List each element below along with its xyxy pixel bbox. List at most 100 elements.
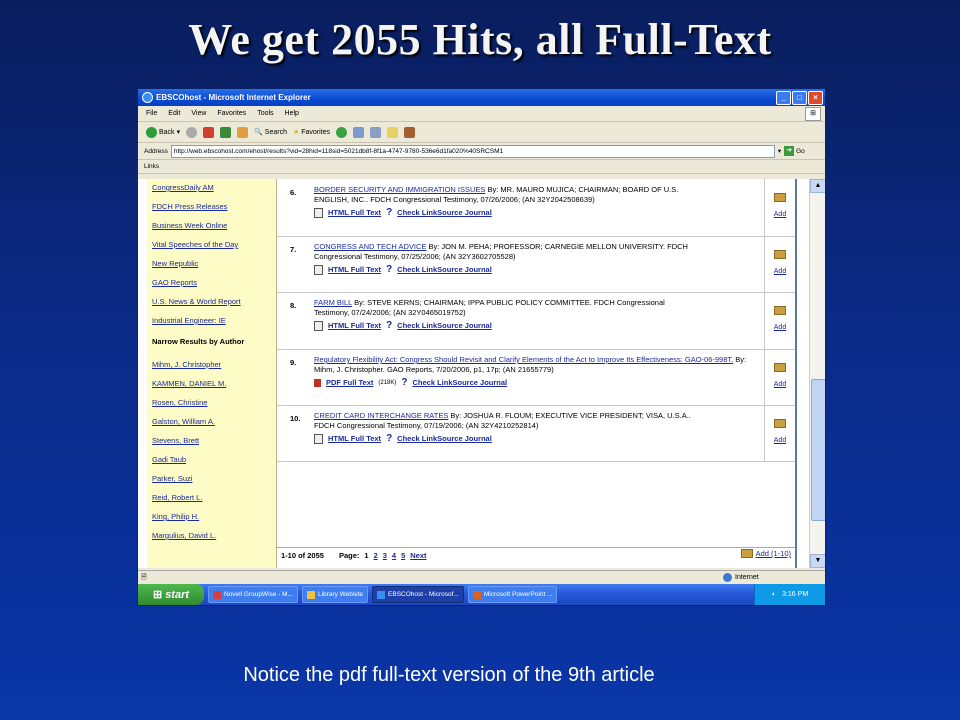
- result-number: 9.: [290, 358, 297, 367]
- page-link[interactable]: 4: [392, 551, 396, 560]
- taskbar: ⊞ start Novell GroupWise - M... Library …: [138, 584, 825, 605]
- stop-icon[interactable]: [203, 126, 215, 138]
- folder-icon: [774, 193, 786, 202]
- windows-logo-icon: ⊞: [805, 107, 821, 121]
- linksource-link[interactable]: Check LinkSource Journal: [397, 265, 492, 275]
- home-icon[interactable]: [237, 126, 249, 138]
- help-question-icon[interactable]: ?: [386, 434, 392, 444]
- add-to-folder-button[interactable]: Add: [764, 236, 795, 292]
- scroll-up-icon[interactable]: ▲: [810, 179, 825, 193]
- linksource-link[interactable]: Check LinkSource Journal: [397, 434, 492, 444]
- taskbar-item-library-website[interactable]: Library Website: [302, 586, 369, 603]
- source-link[interactable]: GAO Reports: [152, 278, 197, 287]
- history-icon[interactable]: [336, 126, 348, 138]
- html-full-text-link[interactable]: HTML Full Text: [328, 434, 381, 444]
- research-icon[interactable]: [404, 126, 416, 138]
- folder-icon: [774, 363, 786, 372]
- author-link[interactable]: Rosen, Christine: [152, 398, 207, 407]
- tray-icon[interactable]: ◐: [772, 591, 776, 598]
- menu-help[interactable]: Help: [285, 110, 299, 117]
- html-full-text-link[interactable]: HTML Full Text: [328, 208, 381, 218]
- author-link[interactable]: Mihm, J. Christopher: [152, 360, 221, 369]
- taskbar-item-groupwise[interactable]: Novell GroupWise - M...: [208, 586, 298, 603]
- author-link[interactable]: Parker, Suzi: [152, 474, 192, 483]
- go-button[interactable]: ➜ Go: [784, 146, 805, 156]
- scroll-down-icon[interactable]: ▼: [810, 554, 825, 568]
- address-dropdown-icon[interactable]: ▾: [778, 147, 781, 155]
- page-link[interactable]: 2: [374, 551, 378, 560]
- source-link[interactable]: Vital Speeches of the Day: [152, 240, 238, 249]
- source-link[interactable]: CongressDaily AM: [152, 183, 214, 192]
- menu-file[interactable]: File: [146, 110, 157, 117]
- result-item: 9. Regulatory Flexibility Act: Congress …: [277, 349, 795, 406]
- menu-tools[interactable]: Tools: [257, 110, 273, 117]
- author-link[interactable]: Margulius, David L.: [152, 531, 216, 540]
- forward-icon[interactable]: [186, 126, 198, 138]
- add-range-button[interactable]: Add (1-10): [740, 549, 791, 558]
- linksource-link[interactable]: Check LinkSource Journal: [413, 378, 508, 388]
- next-page-link[interactable]: Next: [410, 551, 426, 560]
- result-title-link[interactable]: CREDIT CARD INTERCHANGE RATES: [314, 411, 448, 420]
- close-button[interactable]: ×: [808, 91, 823, 105]
- linksource-link[interactable]: Check LinkSource Journal: [397, 321, 492, 331]
- html-doc-icon: [314, 321, 323, 331]
- result-title-link[interactable]: CONGRESS AND TECH ADVICE: [314, 242, 426, 251]
- author-link[interactable]: Reid, Robert L.: [152, 493, 202, 502]
- html-full-text-link[interactable]: HTML Full Text: [328, 321, 381, 331]
- system-tray: ◐ 3:16 PM: [754, 584, 825, 605]
- author-link[interactable]: King, Philip H.: [152, 512, 199, 521]
- help-question-icon[interactable]: ?: [386, 208, 392, 218]
- result-citation-2: Testimony, 07/24/2006; (AN 32Y0465019752…: [314, 308, 466, 317]
- author-link[interactable]: Galston, William A.: [152, 417, 215, 426]
- help-question-icon[interactable]: ?: [386, 321, 392, 331]
- address-input[interactable]: http://web.ebscohost.com/ehost/results?v…: [170, 144, 775, 158]
- linksource-link[interactable]: Check LinkSource Journal: [397, 208, 492, 218]
- result-title-link[interactable]: Regulatory Flexibility Act: Congress Sho…: [314, 355, 733, 364]
- start-button[interactable]: ⊞ start: [138, 584, 204, 605]
- back-button[interactable]: Back ▾: [146, 126, 180, 138]
- search-button[interactable]: 🔍 Search: [254, 128, 287, 137]
- page-link[interactable]: 3: [383, 551, 387, 560]
- help-question-icon[interactable]: ?: [386, 265, 392, 275]
- toolbar: Back ▾ 🔍 Search ★ Favorites: [138, 122, 825, 143]
- result-citation: By: STEVE KERNS; CHAIRMAN; IPPA PUBLIC P…: [352, 298, 665, 307]
- taskbar-item-ebscohost[interactable]: EBSCOhost - Microsof...: [372, 586, 464, 603]
- help-question-icon[interactable]: ?: [401, 378, 407, 388]
- mail-icon[interactable]: [353, 126, 365, 138]
- scroll-thumb[interactable]: [811, 379, 825, 521]
- result-title-link[interactable]: FARM BILL: [314, 298, 352, 307]
- folder-icon[interactable]: [387, 126, 399, 138]
- minimize-button[interactable]: _: [776, 91, 791, 105]
- html-full-text-link[interactable]: HTML Full Text: [328, 265, 381, 275]
- pdf-full-text-link[interactable]: PDF Full Text: [326, 378, 373, 388]
- author-link[interactable]: Gadi Taub: [152, 455, 186, 464]
- source-link[interactable]: FDCH Press Releases: [152, 202, 227, 211]
- page-link[interactable]: 5: [401, 551, 405, 560]
- source-link[interactable]: New Republic: [152, 259, 198, 268]
- favorites-button[interactable]: ★ Favorites: [293, 128, 330, 137]
- links-bar[interactable]: Links: [138, 160, 825, 174]
- taskbar-item-powerpoint[interactable]: Microsoft PowerPoint ...: [467, 586, 558, 603]
- source-link[interactable]: Industrial Engineer: IE: [152, 316, 226, 325]
- menu-view[interactable]: View: [191, 110, 206, 117]
- print-icon[interactable]: [370, 126, 382, 138]
- add-to-folder-button[interactable]: Add: [764, 292, 795, 349]
- author-link[interactable]: Stevens, Brett: [152, 436, 199, 445]
- title-bar: EBSCOhost - Microsoft Internet Explorer …: [138, 89, 825, 106]
- result-citation: By: JOSHUA R. FLOUM; EXECUTIVE VICE PRES…: [448, 411, 691, 420]
- vertical-scrollbar[interactable]: ▲ ▼: [809, 179, 825, 568]
- menu-favorites[interactable]: Favorites: [217, 110, 246, 117]
- add-to-folder-button[interactable]: Add: [764, 179, 795, 236]
- source-link[interactable]: U.S. News & World Report: [152, 297, 241, 306]
- add-to-folder-button[interactable]: Add: [764, 405, 795, 461]
- add-to-folder-button[interactable]: Add: [764, 349, 795, 405]
- result-title-link[interactable]: BORDER SECURITY AND IMMIGRATION ISSUES: [314, 185, 485, 194]
- refresh-icon[interactable]: [220, 126, 232, 138]
- folder-icon: [774, 250, 786, 259]
- author-link[interactable]: KAMMEN, DANIEL M.: [152, 379, 226, 388]
- folder-icon: [774, 419, 786, 428]
- pdf-size: (218K): [378, 380, 397, 386]
- source-link[interactable]: Business Week Online: [152, 221, 227, 230]
- menu-edit[interactable]: Edit: [168, 110, 180, 117]
- maximize-button[interactable]: □: [792, 91, 807, 105]
